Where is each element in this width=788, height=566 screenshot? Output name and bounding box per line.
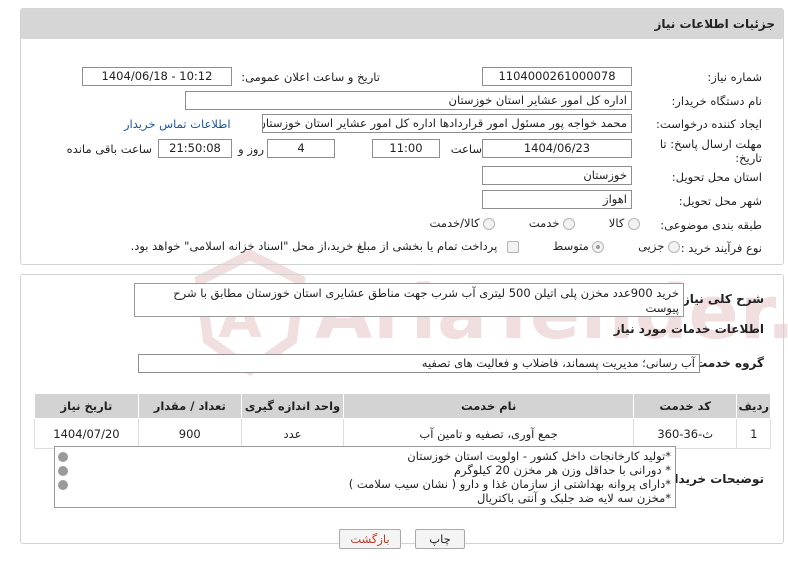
category-radio-group: کالا خدمت کالا/خدمت: [430, 216, 640, 232]
payment-checkbox[interactable]: [507, 240, 519, 253]
process-option-minor-label: جزیی: [638, 239, 665, 253]
cell-row-no: 1: [736, 418, 771, 449]
cell-need-date: 1404/07/20: [34, 418, 139, 449]
radio-goods[interactable]: [628, 217, 640, 230]
buyer-notes-label: توضیحات خریدار:: [662, 472, 764, 486]
buyer-note-line: *مخزن سه لایه ضد جلبک و آنتی باکتریال: [477, 491, 671, 505]
process-option-medium[interactable]: متوسط: [549, 239, 605, 253]
days-remaining-field: 4: [267, 139, 335, 158]
cell-unit: عدد: [240, 418, 345, 449]
radio-service[interactable]: [563, 217, 576, 230]
radio-medium[interactable]: [592, 240, 605, 253]
days-label: روز و: [238, 142, 264, 156]
radio-minor[interactable]: [668, 240, 680, 253]
announce-label: تاریخ و ساعت اعلان عمومی:: [241, 70, 380, 84]
service-group-field: آب رسانی؛ مدیریت پسماند، فاضلاب و فعالیت…: [138, 354, 700, 373]
services-section-title: اطلاعات خدمات مورد نیاز: [613, 322, 764, 336]
col-header-quantity: تعداد / مقدار: [137, 393, 242, 419]
remaining-time-label: ساعت باقی مانده: [66, 142, 152, 156]
category-option-service[interactable]: خدمت: [525, 216, 576, 230]
buyer-org-label: نام دستگاه خریدار:: [671, 94, 762, 108]
page-title: جزئیات اطلاعات نیاز: [654, 17, 775, 31]
payment-note: پرداخت تمام یا بخشی از مبلغ خرید،از محل …: [130, 239, 498, 253]
city-label: شهر محل تحویل:: [678, 194, 762, 208]
deadline-label-line1: مهلت ارسال پاسخ: تا: [659, 137, 762, 151]
cell-service-name: جمع آوری، تصفیه و تامین آب: [343, 418, 634, 449]
process-option-medium-label: متوسط: [552, 239, 589, 253]
table-row: 1 ث-36-360 جمع آوری، تصفیه و تامین آب عد…: [34, 418, 771, 449]
category-label: طبقه بندی موضوعی:: [660, 218, 762, 232]
back-button[interactable]: بازگشت: [339, 529, 401, 549]
scroll-dot-icon: [58, 480, 68, 490]
process-radio-group: جزیی متوسط پرداخت تمام یا بخشی از مبلغ خ…: [131, 239, 680, 255]
category-option-both-label: کالا/خدمت: [429, 216, 480, 230]
buyer-org-field: اداره کل امور عشایر استان خوزستان: [185, 91, 632, 110]
process-option-minor[interactable]: جزیی: [634, 239, 680, 253]
category-option-service-label: خدمت: [528, 216, 560, 230]
creator-field: محمد خواجه پور مسئول امور قراردادها ادار…: [262, 114, 632, 133]
scroll-dot-icon: [58, 452, 68, 462]
deadline-label-line2: تاریخ:: [735, 151, 762, 165]
notes-scrollbar[interactable]: [56, 448, 70, 506]
col-header-service-name: نام خدمت: [343, 393, 634, 419]
remaining-time-field: 21:50:08: [158, 139, 232, 158]
deadline-date-field: 1404/06/23: [482, 139, 632, 158]
province-label: استان محل تحویل:: [671, 170, 762, 184]
city-field: اهواز: [482, 190, 632, 209]
service-group-label: گروه خدمت:: [690, 356, 764, 370]
table-header-row: ردیف کد خدمت نام خدمت واحد اندازه گیری ت…: [34, 393, 771, 419]
radio-goods-service[interactable]: [483, 217, 496, 230]
services-table: ردیف کد خدمت نام خدمت واحد اندازه گیری ت…: [34, 393, 771, 449]
print-button[interactable]: چاپ: [415, 529, 465, 549]
category-option-goods[interactable]: کالا: [605, 216, 640, 230]
buyer-notes-textarea[interactable]: *تولید کارخانجات داخل کشور - اولویت استا…: [54, 446, 676, 508]
scroll-dot-icon: [58, 466, 68, 476]
page-header: جزئیات اطلاعات نیاز: [21, 9, 783, 39]
process-label: نوع فرآیند خرید :: [680, 241, 762, 255]
col-header-need-date: تاریخ نیاز: [34, 393, 139, 419]
col-header-row-no: ردیف: [736, 393, 771, 419]
contact-buyer-link[interactable]: اطلاعات تماس خریدار: [124, 117, 231, 131]
cell-quantity: 900: [137, 418, 242, 449]
summary-textarea[interactable]: خرید 900عدد مخزن پلی اتیلن 500 لیتری آب …: [134, 283, 684, 317]
deadline-label: مهلت ارسال پاسخ: تا تاریخ:: [660, 137, 762, 165]
province-field: خوزستان: [482, 166, 632, 185]
col-header-service-code: کد خدمت: [632, 393, 738, 419]
summary-label: شرح کلی نیاز:: [678, 292, 764, 306]
deadline-time-label: ساعت: [450, 142, 482, 156]
buyer-note-line: * دورانی با حداقل وزن هر مخزن 20 کیلوگرم: [453, 463, 671, 477]
col-header-unit: واحد اندازه گیری: [240, 393, 345, 419]
cell-service-code: ث-36-360: [632, 418, 738, 449]
category-option-goods-label: کالا: [608, 216, 625, 230]
payment-option[interactable]: پرداخت تمام یا بخشی از مبلغ خرید،از محل …: [131, 239, 519, 253]
announce-field: 1404/06/18 - 10:12: [82, 67, 232, 86]
deadline-time-field: 11:00: [372, 139, 440, 158]
category-option-both[interactable]: کالا/خدمت: [430, 216, 496, 230]
need-number-label: شماره نیاز:: [707, 70, 762, 84]
creator-label: ایجاد کننده درخواست:: [656, 117, 762, 131]
buyer-note-line: *تولید کارخانجات داخل کشور - اولویت استا…: [407, 449, 671, 463]
buyer-note-line: *دارای پروانه بهداشتی از سازمان غذا و دا…: [348, 477, 671, 491]
need-number-field: 1104000261000078: [482, 67, 632, 86]
